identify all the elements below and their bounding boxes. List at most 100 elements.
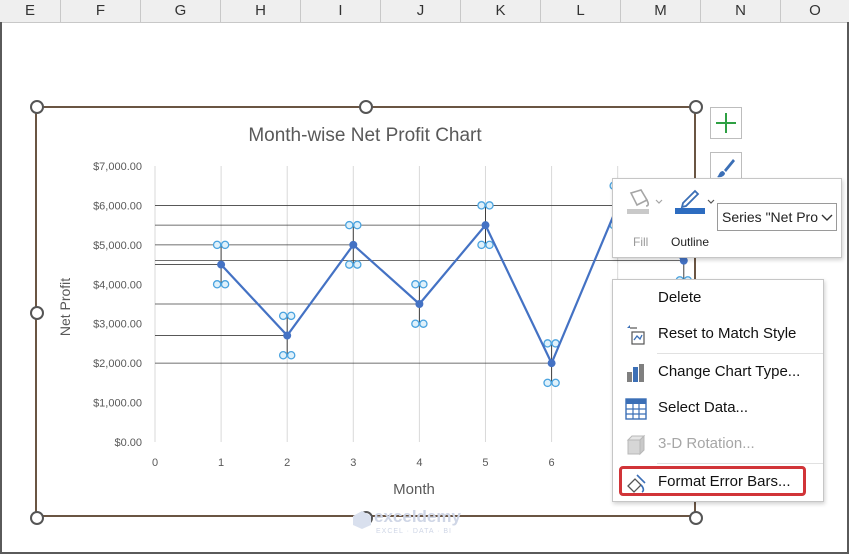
error-bar-cap xyxy=(419,319,428,328)
menu-item-3d-rotation: 3-D Rotation... xyxy=(613,428,823,460)
column-header-l[interactable]: L xyxy=(541,0,621,22)
menu-item-delete[interactable]: Delete xyxy=(613,282,823,314)
x-axis-title: Month xyxy=(393,481,435,498)
menu-item-select-data[interactable]: Select Data... xyxy=(613,392,823,424)
y-tick-label: $6,000.00 xyxy=(93,200,142,212)
error-bar-cap xyxy=(286,351,296,360)
column-header-j[interactable]: J xyxy=(381,0,461,22)
resize-handle-bottom-right[interactable] xyxy=(689,511,703,525)
exceldemy-logo-icon xyxy=(353,511,371,529)
column-header-n[interactable]: N xyxy=(701,0,781,22)
error-bar-cap xyxy=(212,240,222,250)
menu-item-change-chart-type[interactable]: Change Chart Type... xyxy=(613,356,823,388)
chart-elements-button[interactable] xyxy=(710,107,742,139)
y-tick-label: $3,000.00 xyxy=(93,319,142,331)
watermark-name: exceldemy xyxy=(374,507,461,526)
outline-button[interactable]: Outline xyxy=(671,187,715,253)
select-data-icon xyxy=(625,398,647,420)
data-point xyxy=(415,300,424,308)
exceldemy-watermark: exceldemy EXCEL · DATA · BI xyxy=(352,506,502,540)
menu-item-label: Select Data... xyxy=(658,399,749,416)
error-bar-cap xyxy=(345,220,354,230)
error-bar-cap xyxy=(278,351,288,360)
error-bar-cap xyxy=(543,378,552,388)
resize-handle-bottom-left[interactable] xyxy=(30,511,44,525)
x-tick-label: 1 xyxy=(218,457,224,469)
watermark-tagline: EXCEL · DATA · BI xyxy=(376,528,452,535)
series-select-value: Series "Net Pro xyxy=(722,209,819,225)
y-tick-label: $1,000.00 xyxy=(93,398,142,410)
line-chart[interactable]: Month-wise Net Profit Chart $0.00 $1,000.… xyxy=(37,108,694,515)
x-tick-label: 5 xyxy=(482,457,488,469)
column-header-m[interactable]: M xyxy=(621,0,701,22)
x-axis-labels: 01234567 xyxy=(152,457,621,469)
error-bar-cap xyxy=(485,201,494,210)
error-bar-cap xyxy=(345,260,354,269)
error-bar-cap xyxy=(485,240,494,250)
resize-handle-left[interactable] xyxy=(30,306,44,320)
fill-button[interactable]: Fill xyxy=(625,187,665,253)
error-bar-cap xyxy=(543,339,552,348)
fill-label: Fill xyxy=(633,235,649,249)
y-tick-label: $5,000.00 xyxy=(93,240,142,252)
chart-area[interactable]: Month-wise Net Profit Chart $0.00 $1,000.… xyxy=(35,106,696,517)
data-point xyxy=(283,331,292,340)
menu-item-label: Change Chart Type... xyxy=(658,363,801,380)
x-tick-label: 6 xyxy=(549,457,555,469)
data-point xyxy=(481,221,490,230)
error-bar-cap xyxy=(353,260,362,269)
outline-label: Outline xyxy=(671,235,710,249)
resize-handle-top-right[interactable] xyxy=(689,100,703,114)
error-bar-cap xyxy=(220,240,230,250)
column-headers: E F G H I J K L M N O xyxy=(0,0,849,23)
error-bar-cap xyxy=(477,201,486,210)
column-header-g[interactable]: G xyxy=(141,0,221,22)
data-point xyxy=(547,359,556,368)
reset-style-icon xyxy=(627,325,645,345)
x-tick-label: 2 xyxy=(284,457,290,469)
chart-element-select[interactable]: Series "Net Pro xyxy=(717,203,837,231)
fill-bucket-icon xyxy=(627,189,663,214)
error-bar-cap xyxy=(278,311,288,321)
menu-item-label: Delete xyxy=(658,289,702,306)
menu-separator xyxy=(657,353,823,354)
data-point xyxy=(217,260,226,269)
menu-item-label: 3-D Rotation... xyxy=(658,435,755,452)
y-axis-labels: $0.00 $1,000.00 $2,000.00 $3,000.00 $4,000.0… xyxy=(93,161,142,449)
y-tick-label: $0.00 xyxy=(114,437,142,449)
x-tick-label: 3 xyxy=(350,457,356,469)
paintbrush-icon xyxy=(717,159,735,178)
y-tick-label: $7,000.00 xyxy=(93,161,142,173)
resize-handle-top-left[interactable] xyxy=(30,100,44,114)
rotation-icon xyxy=(626,434,646,456)
error-bar-cap xyxy=(220,280,230,289)
menu-separator xyxy=(657,463,823,464)
context-menu: Delete Reset to Match Style Change Chart… xyxy=(612,279,824,502)
y-tick-label: $4,000.00 xyxy=(93,279,142,291)
plus-icon xyxy=(716,113,736,133)
resize-handle-top[interactable] xyxy=(359,100,373,114)
column-header-o[interactable]: O xyxy=(781,0,849,22)
error-bar-cap xyxy=(411,280,420,289)
chart-type-icon xyxy=(627,364,644,382)
column-header-h[interactable]: H xyxy=(221,0,301,22)
chart-title[interactable]: Month-wise Net Profit Chart xyxy=(248,125,482,146)
column-header-i[interactable]: I xyxy=(301,0,381,22)
menu-item-reset-style[interactable]: Reset to Match Style xyxy=(613,318,823,350)
menu-item-label: Reset to Match Style xyxy=(658,325,797,342)
error-bar-cap xyxy=(477,240,486,250)
data-point xyxy=(349,240,358,249)
column-header-k[interactable]: K xyxy=(461,0,541,22)
error-bar-cap xyxy=(286,311,296,321)
error-bar-cap xyxy=(411,319,420,328)
error-bar-cap xyxy=(212,280,222,289)
error-bar-cap xyxy=(353,220,362,230)
column-header-f[interactable]: F xyxy=(61,0,141,22)
error-bar-cap xyxy=(419,280,428,289)
y-tick-label: $2,000.00 xyxy=(93,358,142,370)
highlight-box xyxy=(619,466,806,496)
chevron-down-icon xyxy=(821,214,833,221)
y-axis-title: Net Profit xyxy=(57,278,73,336)
format-mini-toolbar: Fill Outline Series "Net Pro xyxy=(612,178,842,258)
column-header-e[interactable]: E xyxy=(0,0,61,22)
